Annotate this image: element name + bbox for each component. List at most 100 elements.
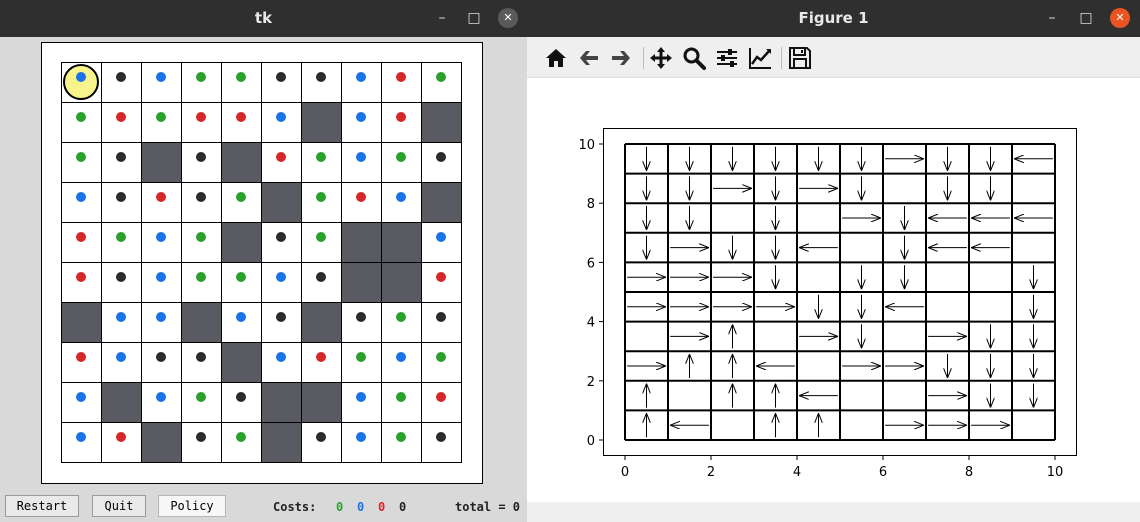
tk-window: tk – □ ✕ Restart Quit Policy Costs: 0 0 … — [0, 0, 527, 522]
cost-dot — [436, 232, 446, 242]
grid-cell — [261, 342, 302, 383]
cost-dot — [356, 432, 366, 442]
grid-cell — [261, 262, 302, 303]
wall-cell — [381, 222, 422, 263]
wall-cell — [221, 142, 262, 183]
cost-dot — [276, 312, 286, 322]
grid-cell — [181, 182, 222, 223]
figure-close-button[interactable]: ✕ — [1110, 8, 1130, 28]
figure-titlebar: Figure 1 – □ ✕ — [527, 0, 1140, 37]
wall-cell — [381, 262, 422, 303]
grid-cell — [261, 142, 302, 183]
grid-cell — [261, 222, 302, 263]
grid-cell — [181, 142, 222, 183]
grid-cell — [141, 222, 182, 263]
wall-cell — [341, 262, 382, 303]
figure-minimize-button[interactable]: – — [1042, 8, 1062, 28]
policy-plot[interactable]: 0 2 4 6 8 10 0 2 4 6 8 10 — [567, 120, 1127, 490]
tk-minimize-button[interactable]: – — [432, 8, 452, 28]
y-tick-label: 10 — [578, 138, 595, 153]
cost-dot — [196, 232, 206, 242]
wall-cell — [301, 102, 342, 143]
cost-black: 0 — [399, 500, 407, 514]
grid-cell — [261, 62, 302, 103]
tk-maximize-button[interactable]: □ — [464, 8, 484, 28]
wall-cell — [221, 222, 262, 263]
edit-curves-icon[interactable] — [747, 45, 773, 71]
grid-cell — [421, 222, 462, 263]
cost-dot — [116, 432, 126, 442]
grid-cell — [381, 142, 422, 183]
save-icon[interactable] — [787, 45, 813, 71]
grid-cell — [421, 62, 462, 103]
grid-cell — [381, 102, 422, 143]
home-icon[interactable] — [543, 45, 569, 71]
grid-cell — [341, 382, 382, 423]
cost-dot — [76, 232, 86, 242]
grid-cell — [101, 342, 142, 383]
quit-button[interactable]: Quit — [92, 495, 146, 517]
grid-cell — [421, 262, 462, 303]
cost-dot — [116, 272, 126, 282]
cost-dot — [76, 392, 86, 402]
grid-cell — [61, 142, 102, 183]
figure-maximize-button[interactable]: □ — [1076, 8, 1096, 28]
cost-dot — [196, 72, 206, 82]
cost-dot — [156, 192, 166, 202]
cost-dot — [236, 392, 246, 402]
forward-icon[interactable] — [608, 45, 634, 71]
grid-canvas[interactable] — [41, 42, 483, 484]
grid-cell — [261, 102, 302, 143]
cost-dot — [276, 152, 286, 162]
cost-dot — [76, 432, 86, 442]
cost-dot — [236, 272, 246, 282]
cost-dot — [76, 352, 86, 362]
cost-dot — [236, 72, 246, 82]
restart-button[interactable]: Restart — [5, 495, 79, 517]
cost-dot — [396, 192, 406, 202]
cost-dot — [396, 152, 406, 162]
cost-dot — [76, 272, 86, 282]
cost-dot — [196, 272, 206, 282]
cost-dot — [276, 72, 286, 82]
grid-cell — [101, 62, 142, 103]
x-tick-label: 6 — [879, 465, 887, 480]
cost-dot — [396, 432, 406, 442]
cost-dot — [196, 152, 206, 162]
cost-dot — [236, 192, 246, 202]
cost-dot — [196, 392, 206, 402]
pan-icon[interactable] — [648, 45, 674, 71]
grid-cell — [341, 142, 382, 183]
x-tick-label: 2 — [707, 465, 715, 480]
cost-dot — [396, 72, 406, 82]
cost-dot — [156, 72, 166, 82]
y-tick-label: 6 — [587, 256, 595, 271]
grid-cell — [301, 422, 342, 463]
grid-cell — [181, 342, 222, 383]
toolbar-separator-2 — [781, 47, 782, 69]
grid-cell — [141, 382, 182, 423]
zoom-icon[interactable] — [681, 45, 707, 71]
toolbar-separator — [643, 47, 644, 69]
back-icon[interactable] — [576, 45, 602, 71]
grid-cell — [101, 422, 142, 463]
grid-cell — [261, 302, 302, 343]
cost-dot — [316, 232, 326, 242]
grid-cell — [301, 62, 342, 103]
grid-cell — [301, 342, 342, 383]
grid-cell — [181, 382, 222, 423]
grid-cell — [421, 342, 462, 383]
grid-cell — [61, 182, 102, 223]
grid-cell — [101, 222, 142, 263]
wall-cell — [221, 342, 262, 383]
policy-button[interactable]: Policy — [158, 495, 226, 517]
cost-dot — [236, 112, 246, 122]
costs-label: Costs: — [273, 500, 317, 514]
figure-statusbar — [527, 502, 1140, 522]
wall-cell — [61, 302, 102, 343]
tk-close-button[interactable]: ✕ — [498, 8, 518, 28]
wall-cell — [141, 142, 182, 183]
cost-dot — [436, 312, 446, 322]
configure-icon[interactable] — [714, 45, 740, 71]
grid-cell — [421, 382, 462, 423]
